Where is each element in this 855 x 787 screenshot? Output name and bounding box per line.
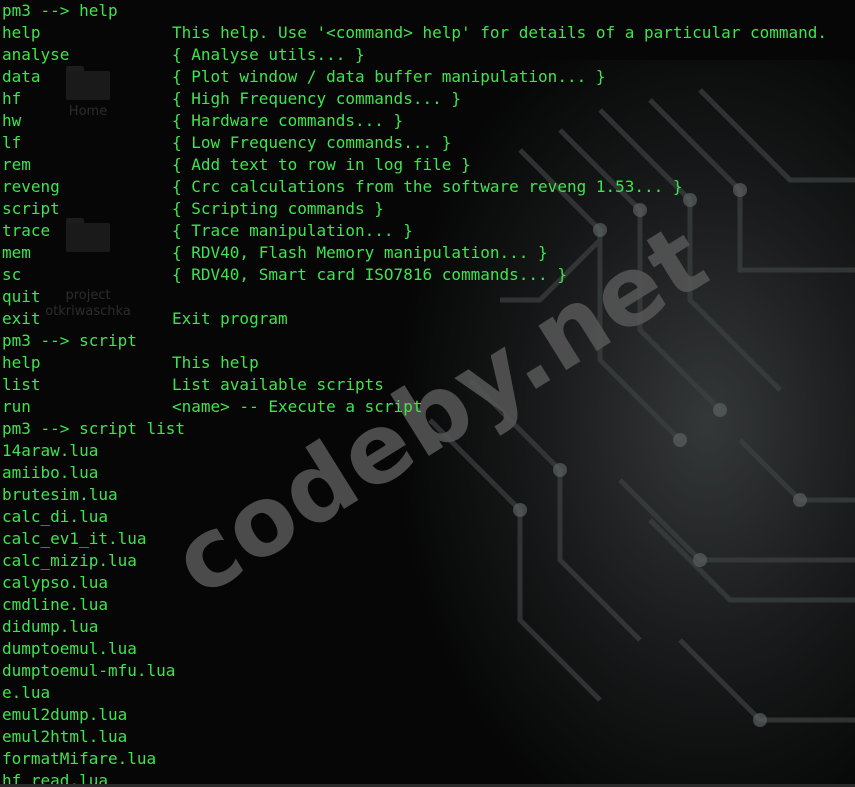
terminal-line-description: Exit program: [172, 309, 288, 328]
terminal-line: hf { High Frequency commands... }: [2, 88, 853, 110]
terminal-line-command: list: [2, 375, 41, 394]
terminal-line: calc_di.lua: [2, 506, 853, 528]
terminal-line-command: amiibo.lua: [2, 463, 99, 482]
terminal-line: emul2dump.lua: [2, 704, 853, 726]
terminal-line: reveng { Crc calculations from the softwa…: [2, 176, 853, 198]
terminal-line: pm3 --> help: [2, 0, 853, 22]
terminal-line: calypso.lua: [2, 572, 853, 594]
terminal-line-description: { Trace manipulation... }: [172, 221, 413, 240]
terminal-line-description: { Crc calculations from the software rev…: [172, 177, 683, 196]
terminal-line-command: hw: [2, 111, 22, 130]
terminal-line-command: dumptoemul.lua: [2, 639, 137, 658]
terminal-line: 14araw.lua: [2, 440, 853, 462]
terminal-line-command: reveng: [2, 177, 60, 196]
terminal-line: formatMifare.lua: [2, 748, 853, 770]
terminal-line-description: { RDV40, Flash Memory manipulation... }: [172, 243, 548, 262]
terminal-line-command: sc: [2, 265, 22, 284]
terminal-line-command: brutesim.lua: [2, 485, 118, 504]
terminal-line: list List available scripts: [2, 374, 853, 396]
terminal-line: e.lua: [2, 682, 853, 704]
terminal-line-command: hf: [2, 89, 22, 108]
terminal-line: hw { Hardware commands... }: [2, 110, 853, 132]
terminal-line-description: { Low Frequency commands... }: [172, 133, 452, 152]
terminal-line-command: analyse: [2, 45, 70, 64]
terminal-line: pm3 --> script list: [2, 418, 853, 440]
terminal-line-description: This help. Use '<command> help' for deta…: [172, 23, 828, 42]
terminal-line-description: { Hardware commands... }: [172, 111, 404, 130]
terminal-line: didump.lua: [2, 616, 853, 638]
terminal-line-command: e.lua: [2, 683, 51, 702]
terminal-line: quit: [2, 286, 853, 308]
terminal-line-command: formatMifare.lua: [2, 749, 157, 768]
terminal-line-command: didump.lua: [2, 617, 99, 636]
terminal-line-description: { High Frequency commands... }: [172, 89, 461, 108]
terminal-line: calc_ev1_it.lua: [2, 528, 853, 550]
terminal-line: run <name> -- Execute a script: [2, 396, 853, 418]
terminal-line-description: { Analyse utils... }: [172, 45, 365, 64]
terminal-line-command: data: [2, 67, 41, 86]
terminal-line: analyse { Analyse utils... }: [2, 44, 853, 66]
terminal-line-command: mem: [2, 243, 31, 262]
terminal-line-command: calc_mizip.lua: [2, 551, 137, 570]
terminal-line-command: script: [2, 199, 60, 218]
terminal-line-command: trace: [2, 221, 51, 240]
terminal-line-command: run: [2, 397, 31, 416]
terminal-line: help This help: [2, 352, 853, 374]
terminal-line-command: help: [2, 353, 41, 372]
terminal-line-command: calypso.lua: [2, 573, 108, 592]
terminal-line: emul2html.lua: [2, 726, 853, 748]
terminal-line-description: { Scripting commands }: [172, 199, 384, 218]
terminal-line-description: { Add text to row in log file }: [172, 155, 471, 174]
terminal-line-command: emul2dump.lua: [2, 705, 128, 724]
terminal-line-description: <name> -- Execute a script: [172, 397, 423, 416]
terminal-line: sc { RDV40, Smart card ISO7816 commands..…: [2, 264, 853, 286]
terminal-line: amiibo.lua: [2, 462, 853, 484]
terminal-line-command: dumptoemul-mfu.lua: [2, 661, 176, 680]
terminal-line: calc_mizip.lua: [2, 550, 853, 572]
terminal-line: rem { Add text to row in log file }: [2, 154, 853, 176]
terminal-line-command: calc_di.lua: [2, 507, 108, 526]
terminal-line: lf { Low Frequency commands... }: [2, 132, 853, 154]
terminal-line: help This help. Use '<command> help' for …: [2, 22, 853, 44]
terminal-line: brutesim.lua: [2, 484, 853, 506]
terminal-line: mem { RDV40, Flash Memory manipulation...…: [2, 242, 853, 264]
terminal-line-command: calc_ev1_it.lua: [2, 529, 147, 548]
terminal-line: dumptoemul.lua: [2, 638, 853, 660]
terminal-line-command: cmdline.lua: [2, 595, 108, 614]
terminal-line: data { Plot window / data buffer manipula…: [2, 66, 853, 88]
terminal-line-command: pm3 --> script: [2, 331, 137, 350]
terminal-line-description: List available scripts: [172, 375, 384, 394]
terminal-line: pm3 --> script: [2, 330, 853, 352]
terminal-line: exit Exit program: [2, 308, 853, 330]
terminal-line-command: emul2html.lua: [2, 727, 128, 746]
terminal-line: trace { Trace manipulation... }: [2, 220, 853, 242]
terminal-line-command: help: [2, 23, 41, 42]
terminal-line-command: pm3 --> script list: [2, 419, 186, 438]
terminal-line: dumptoemul-mfu.lua: [2, 660, 853, 682]
terminal-line: cmdline.lua: [2, 594, 853, 616]
terminal-line-command: rem: [2, 155, 31, 174]
terminal-line-command: quit: [2, 287, 41, 306]
terminal-line-description: This help: [172, 353, 259, 372]
terminal-line-command: exit: [2, 309, 41, 328]
terminal-line-description: { Plot window / data buffer manipulation…: [172, 67, 606, 86]
terminal-line-description: { RDV40, Smart card ISO7816 commands... …: [172, 265, 567, 284]
terminal-line: script { Scripting commands }: [2, 198, 853, 220]
terminal-line-command: lf: [2, 133, 22, 152]
terminal-output[interactable]: pm3 --> help help This help. Use '<command…: [2, 0, 853, 787]
terminal-line-command: 14araw.lua: [2, 441, 99, 460]
terminal-line-command: pm3 --> help: [2, 1, 118, 20]
